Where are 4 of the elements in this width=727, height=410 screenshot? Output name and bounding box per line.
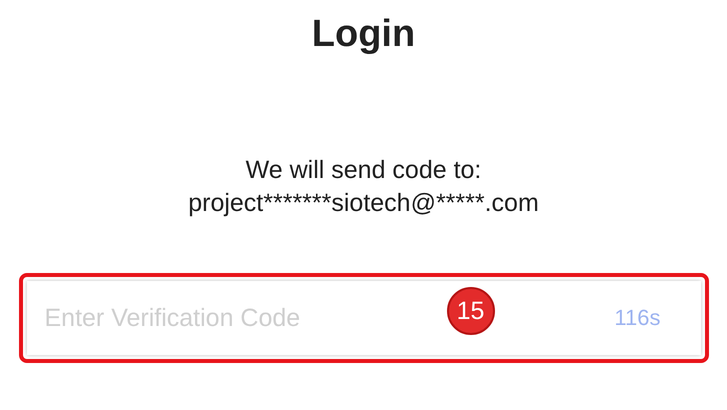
countdown-text: 116s — [614, 305, 660, 331]
message-text: project*******siotech@*****.com — [188, 188, 539, 219]
message-text: We will send code to: — [246, 155, 482, 186]
page-title: Login — [312, 12, 416, 57]
